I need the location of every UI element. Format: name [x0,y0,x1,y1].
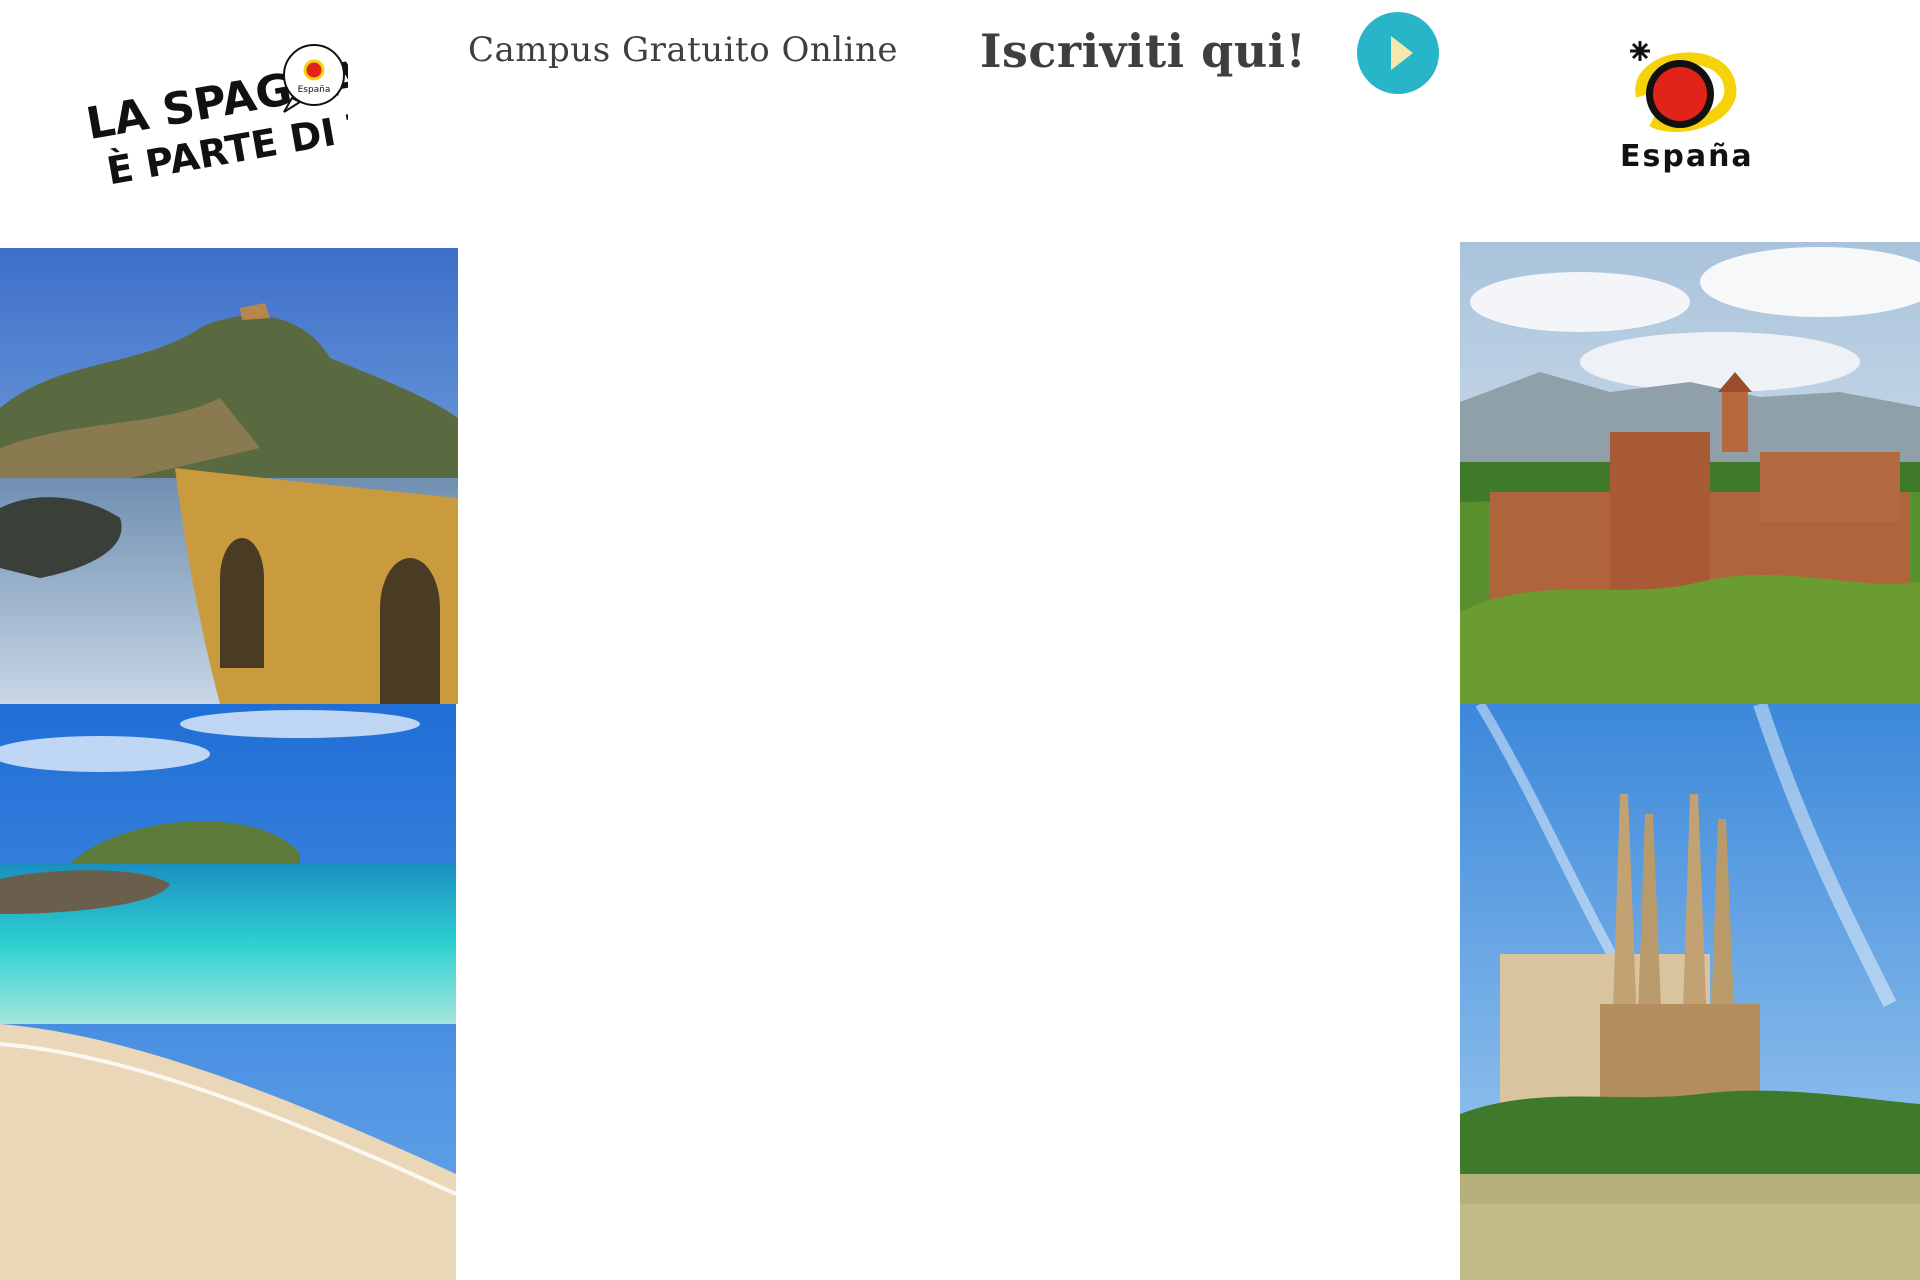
espana-logo[interactable]: España [1612,36,1752,176]
spain-sun-logo: España [1620,41,1752,174]
photo-sagrada-familia [1460,704,1920,1280]
register-link[interactable]: Iscriviti qui! [980,24,1306,78]
campus-label: Campus Gratuito Online [468,30,899,70]
photo-alhambra [1460,242,1920,704]
spain-brand-icon: LA SPAGNA È PARTE DI TE España [82,44,403,193]
photo-coastal-bridge [0,248,458,704]
play-icon [1391,36,1413,70]
espana-text: España [1620,139,1752,174]
logo-badge-text: España [298,85,331,95]
la-spagna-logo[interactable]: LA SPAGNA È PARTE DI TE España [78,40,403,193]
play-button[interactable] [1357,12,1439,94]
photo-beach [0,704,456,1280]
